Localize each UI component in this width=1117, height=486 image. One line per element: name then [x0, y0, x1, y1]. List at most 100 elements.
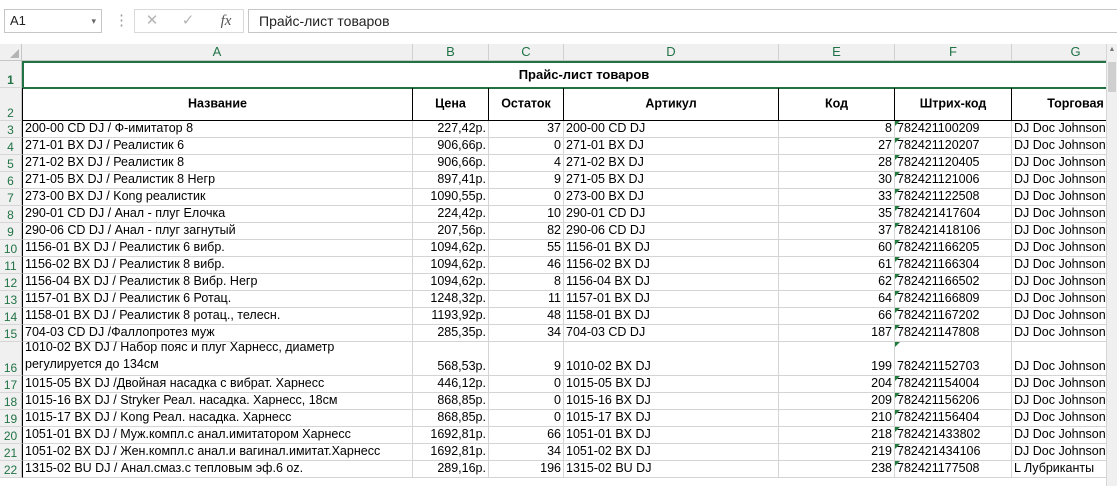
row-header-4[interactable]: 4: [0, 138, 22, 155]
cell-article[interactable]: 290-01 CD DJ: [564, 206, 779, 223]
cell-code[interactable]: 62: [779, 274, 895, 291]
cell-code[interactable]: 64: [779, 291, 895, 308]
cell-name[interactable]: 271-01 BX DJ / Реалистик 6: [22, 138, 413, 155]
cell-price[interactable]: 1248,32р.: [413, 291, 489, 308]
cell-price[interactable]: 906,66р.: [413, 155, 489, 172]
cell-barcode[interactable]: 782421120405: [895, 155, 1012, 172]
cell-code[interactable]: 199: [779, 342, 895, 376]
column-header-a[interactable]: A: [22, 44, 413, 61]
cell-price[interactable]: 224,42р.: [413, 206, 489, 223]
row-header-9[interactable]: 9: [0, 223, 22, 240]
cell-name[interactable]: 1051-01 BX DJ / Муж.компл.с анал.имитато…: [22, 427, 413, 444]
cell-stock[interactable]: 196: [489, 461, 564, 478]
column-header-c[interactable]: C: [489, 44, 564, 61]
cell-brand[interactable]: DJ Doc Johnson: [1012, 274, 1106, 291]
cell-barcode[interactable]: 782421166205: [895, 240, 1012, 257]
cell-brand[interactable]: DJ Doc Johnson: [1012, 393, 1106, 410]
cell-article[interactable]: 1051-01 BX DJ: [564, 427, 779, 444]
cell-code[interactable]: 219: [779, 444, 895, 461]
cell-name[interactable]: 1158-01 BX DJ / Реалистик 8 ротац., теле…: [22, 308, 413, 325]
cell-stock[interactable]: 66: [489, 427, 564, 444]
cell-stock[interactable]: 48: [489, 308, 564, 325]
cell-code[interactable]: 60: [779, 240, 895, 257]
header-cell-b[interactable]: Цена: [413, 88, 489, 121]
cell-article[interactable]: 271-02 BX DJ: [564, 155, 779, 172]
cell-name[interactable]: 1315-02 BU DJ / Анал.смаз.с тепловым эф.…: [22, 461, 413, 478]
cell-name[interactable]: 200-00 CD DJ / Ф-имитатор 8: [22, 121, 413, 138]
cell-code[interactable]: 35: [779, 206, 895, 223]
cell-brand[interactable]: DJ Doc Johnson: [1012, 410, 1106, 427]
row-header-2[interactable]: 2: [0, 88, 22, 121]
column-header-b[interactable]: B: [413, 44, 489, 61]
cell-brand[interactable]: DJ Doc Johnson: [1012, 291, 1106, 308]
cell-barcode[interactable]: 782421167202: [895, 308, 1012, 325]
cell-name[interactable]: 273-00 BX DJ / Kong реалистик: [22, 189, 413, 206]
cell-stock[interactable]: 55: [489, 240, 564, 257]
cell-brand[interactable]: DJ Doc Johnson: [1012, 257, 1106, 274]
row-header-13[interactable]: 13: [0, 291, 22, 308]
cell-code[interactable]: 30: [779, 172, 895, 189]
cell-name[interactable]: 271-05 BX DJ / Реалистик 8 Негр: [22, 172, 413, 189]
title-cell[interactable]: Прайс-лист товаров: [22, 61, 1106, 89]
cell-price[interactable]: 1692,81р.: [413, 444, 489, 461]
row-header-20[interactable]: 20: [0, 427, 22, 444]
scroll-up-icon[interactable]: ▲: [1107, 46, 1117, 53]
row-header-14[interactable]: 14: [0, 308, 22, 325]
row-header-8[interactable]: 8: [0, 206, 22, 223]
cell-code[interactable]: 210: [779, 410, 895, 427]
cell-code[interactable]: 204: [779, 376, 895, 393]
cell-price[interactable]: 897,41р.: [413, 172, 489, 189]
cell-brand[interactable]: DJ Doc Johnson: [1012, 121, 1106, 138]
row-header-22[interactable]: 22: [0, 461, 22, 478]
cell-stock[interactable]: 4: [489, 155, 564, 172]
cell-price[interactable]: 1193,92р.: [413, 308, 489, 325]
cell-stock[interactable]: 0: [489, 376, 564, 393]
row-header-5[interactable]: 5: [0, 155, 22, 172]
cell-barcode[interactable]: 782421156206: [895, 393, 1012, 410]
cell-name[interactable]: 1015-05 BX DJ /Двойная насадка с вибрат.…: [22, 376, 413, 393]
cell-brand[interactable]: DJ Doc Johnson: [1012, 308, 1106, 325]
cell-barcode[interactable]: 782421152703: [895, 342, 1012, 376]
cell-brand[interactable]: DJ Doc Johnson: [1012, 444, 1106, 461]
cell-price[interactable]: 446,12р.: [413, 376, 489, 393]
cell-article[interactable]: 273-00 BX DJ: [564, 189, 779, 206]
cell-article[interactable]: 290-06 CD DJ: [564, 223, 779, 240]
cell-barcode[interactable]: 782421166502: [895, 274, 1012, 291]
cell-brand[interactable]: DJ Doc Johnson: [1012, 138, 1106, 155]
cell-code[interactable]: 187: [779, 325, 895, 342]
cell-name[interactable]: 1156-04 BX DJ / Реалистик 8 Вибр. Негр: [22, 274, 413, 291]
cell-barcode[interactable]: 782421166304: [895, 257, 1012, 274]
row-header-1[interactable]: 1: [0, 61, 22, 88]
cell-barcode[interactable]: 782421166809: [895, 291, 1012, 308]
cell-stock[interactable]: 8: [489, 274, 564, 291]
cell-name[interactable]: 290-01 CD DJ / Анал - плуг Елочка: [22, 206, 413, 223]
row-header-6[interactable]: 6: [0, 172, 22, 189]
cell-stock[interactable]: 46: [489, 257, 564, 274]
row-header-12[interactable]: 12: [0, 274, 22, 291]
cell-article[interactable]: 704-03 CD DJ: [564, 325, 779, 342]
cell-article[interactable]: 1051-02 BX DJ: [564, 444, 779, 461]
cell-brand[interactable]: L Лубриканты: [1012, 461, 1106, 478]
select-all-corner[interactable]: [0, 44, 22, 61]
cell-barcode[interactable]: 782421418106: [895, 223, 1012, 240]
cell-price[interactable]: 1094,62р.: [413, 274, 489, 291]
cell-price[interactable]: 568,53р.: [413, 342, 489, 376]
cell-stock[interactable]: 9: [489, 172, 564, 189]
row-header-7[interactable]: 7: [0, 189, 22, 206]
cell-barcode[interactable]: 782421120207: [895, 138, 1012, 155]
cell-stock[interactable]: 0: [489, 410, 564, 427]
cell-price[interactable]: 207,56р.: [413, 223, 489, 240]
cell-brand[interactable]: DJ Doc Johnson: [1012, 342, 1106, 376]
cell-price[interactable]: 1692,81р.: [413, 427, 489, 444]
cell-barcode[interactable]: 782421122508: [895, 189, 1012, 206]
cell-price[interactable]: 1090,55р.: [413, 189, 489, 206]
cell-barcode[interactable]: 782421121006: [895, 172, 1012, 189]
row-header-11[interactable]: 11: [0, 257, 22, 274]
formula-input[interactable]: Прайс-лист товаров: [248, 9, 1117, 33]
name-box[interactable]: A1 ▾: [4, 9, 102, 33]
row-header-15[interactable]: 15: [0, 325, 22, 342]
drag-handle-icon[interactable]: ⋮: [114, 11, 129, 29]
cell-barcode[interactable]: 782421100209: [895, 121, 1012, 138]
cell-barcode[interactable]: 782421417604: [895, 206, 1012, 223]
cell-stock[interactable]: 37: [489, 121, 564, 138]
